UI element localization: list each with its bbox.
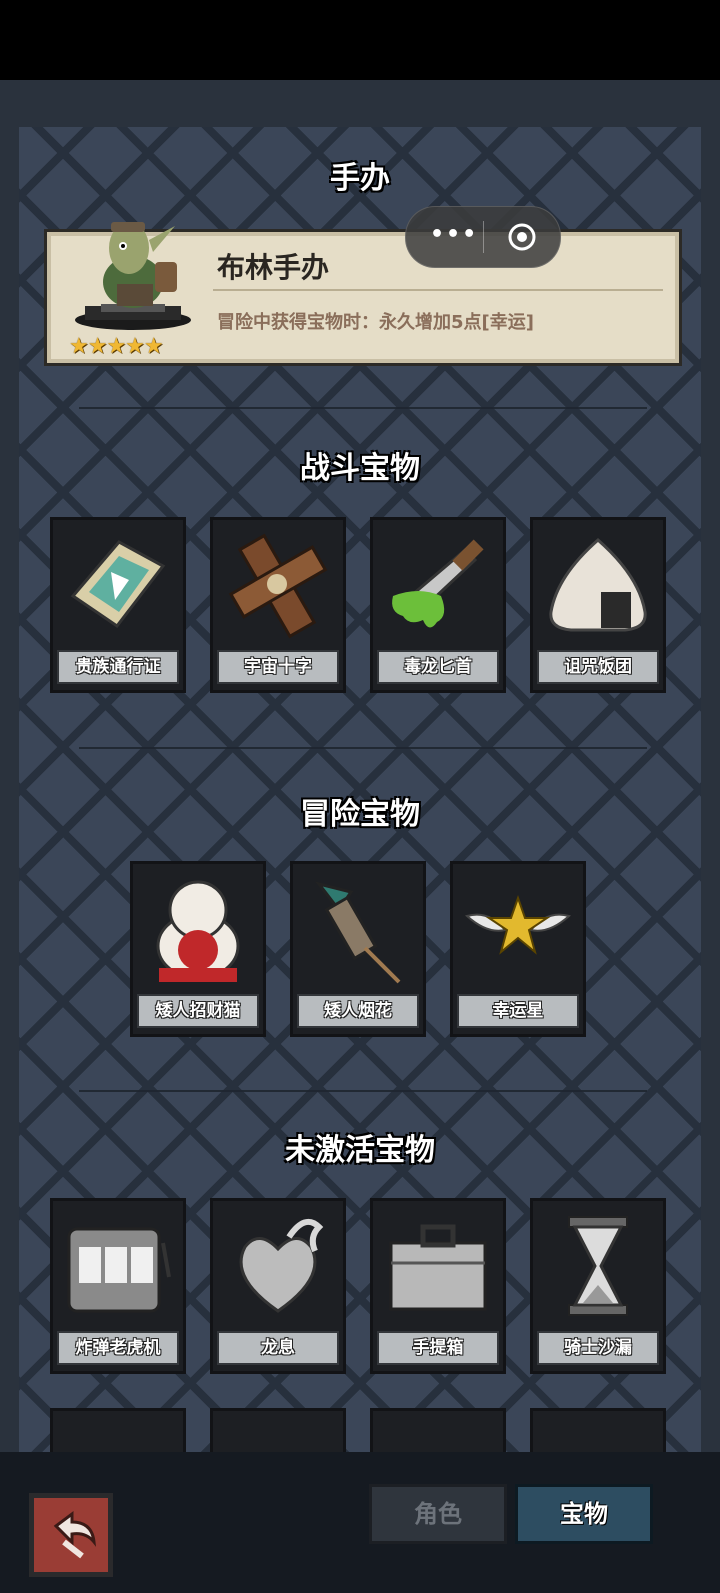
section-divider: [79, 1090, 647, 1092]
figure-effect: 冒险中获得宝物时：永久增加5点[幸运]: [217, 312, 534, 333]
figure-name: 布林手办: [217, 251, 330, 284]
combat-section-title: 战斗宝物: [300, 451, 420, 486]
miniprogram-capsule: •••: [405, 206, 561, 268]
item-tile[interactable]: 诅咒饭团: [530, 517, 666, 693]
item-tile[interactable]: 毒龙匕首: [370, 517, 506, 693]
capsule-divider: [483, 221, 484, 253]
item-label: 幸运星: [457, 994, 579, 1028]
item-tile[interactable]: 幸运星: [450, 861, 586, 1037]
item-tile[interactable]: 龙息: [210, 1198, 346, 1374]
more-button[interactable]: •••: [430, 224, 476, 249]
suitcase-icon: [389, 1224, 487, 1311]
card-icon: [70, 540, 166, 629]
slot-machine-icon: [67, 1227, 171, 1313]
goblin-figure-icon: [75, 222, 191, 330]
item-label: 龙息: [217, 1331, 339, 1365]
tab-treasure[interactable]: 宝物: [515, 1484, 653, 1544]
firework-icon: [315, 881, 401, 984]
item-label: 矮人招财猫: [137, 994, 259, 1028]
item-tile[interactable]: 炸弹老虎机: [50, 1198, 186, 1374]
item-label: 矮人烟花: [297, 994, 419, 1028]
back-arrow-icon: [53, 1511, 96, 1559]
item-label: 宇宙十字: [217, 650, 339, 684]
wooden-cross-icon: [228, 533, 328, 639]
section-divider: [79, 747, 647, 749]
figure-card[interactable]: ★★★★★ 布林手办 冒险中获得宝物时：永久增加5点[幸运]: [44, 222, 682, 366]
rice-ball-icon: [549, 538, 647, 632]
item-tile[interactable]: 贵族通行证: [50, 517, 186, 693]
section-divider: [79, 407, 647, 409]
item-tile[interactable]: 矮人烟花: [290, 861, 426, 1037]
tab-role[interactable]: 角色: [369, 1484, 507, 1544]
inactive-section-title: 未激活宝物: [285, 1133, 435, 1168]
rating-stars: ★★★★★: [69, 334, 164, 359]
item-label: 手提箱: [377, 1331, 499, 1365]
item-tile[interactable]: 骑士沙漏: [530, 1198, 666, 1374]
hourglass-icon: [568, 1216, 628, 1316]
item-tile[interactable]: 手提箱: [370, 1198, 506, 1374]
item-tile[interactable]: 宇宙十字: [210, 517, 346, 693]
dragon-heart-icon: [239, 1218, 324, 1313]
adventure-section-title: 冒险宝物: [300, 797, 420, 832]
poison-dagger-icon: [392, 539, 484, 628]
winged-star-icon: [464, 894, 572, 955]
close-target-icon[interactable]: [508, 223, 536, 251]
item-label: 骑士沙漏: [537, 1331, 659, 1365]
item-label: 诅咒饭团: [537, 650, 659, 684]
item-label: 毒龙匕首: [377, 650, 499, 684]
treasure-panel: 手办 ★★★★★ 布林手办 冒险中获得宝物时：永久增加5点[幸运] 战斗宝物 贵: [16, 124, 704, 1464]
figure-section-title: 手办: [330, 161, 390, 196]
item-label: 炸弹老虎机: [57, 1331, 179, 1365]
item-tile[interactable]: 矮人招财猫: [130, 861, 266, 1037]
back-button[interactable]: [29, 1493, 113, 1577]
item-label: 贵族通行证: [57, 650, 179, 684]
lucky-cat-icon: [156, 880, 240, 982]
figure-divider: [213, 289, 663, 291]
